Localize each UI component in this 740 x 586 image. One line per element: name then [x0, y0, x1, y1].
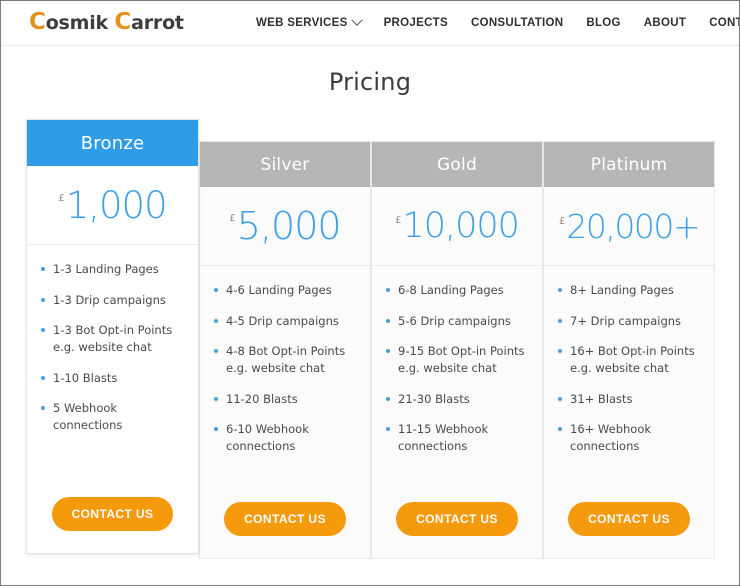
plan-price-box-silver: £5,000: [200, 187, 370, 266]
plan-name-gold: Gold: [437, 154, 477, 175]
logo-text-2: arrot: [131, 12, 184, 34]
list-item: 7+ Drip campaigns: [557, 313, 701, 330]
plan-price-box-bronze: £1,000: [27, 166, 198, 245]
pricing-page: Cosmik Carrot WEB SERVICES PROJECTS CONS…: [1, 1, 739, 585]
nav-item-blog[interactable]: BLOG: [586, 17, 620, 29]
plan-price-bronze: £1,000: [58, 183, 168, 227]
plan-features-platinum: 8+ Landing Pages 7+ Drip campaigns 16+ B…: [544, 266, 714, 502]
plan-features-silver: 4-6 Landing Pages 4-5 Drip campaigns 4-8…: [200, 266, 370, 502]
plan-header-platinum: Platinum: [544, 142, 714, 187]
list-item: 1-3 Bot Opt-in Points e.g. website chat: [40, 322, 185, 355]
plan-features-bronze: 1-3 Landing Pages 1-3 Drip campaigns 1-3…: [27, 245, 198, 497]
list-item: 1-3 Drip campaigns: [40, 292, 185, 309]
list-item: 4-8 Bot Opt-in Points e.g. website chat: [213, 343, 357, 376]
pricing-card-bronze[interactable]: Bronze £1,000 1-3 Landing Pages 1-3 Drip…: [26, 119, 199, 554]
plan-price-box-gold: £10,000: [372, 187, 542, 266]
contact-us-button-silver[interactable]: CONTACT US: [224, 502, 346, 536]
nav-item-web-services[interactable]: WEB SERVICES: [256, 14, 363, 29]
currency-symbol: £: [559, 215, 566, 227]
plan-header-bronze: Bronze: [27, 120, 198, 166]
plan-name-bronze: Bronze: [80, 132, 145, 154]
contact-us-button-bronze[interactable]: CONTACT US: [51, 497, 174, 531]
price-amount: 1,000: [65, 183, 168, 227]
list-item: 5 Webhook connections: [40, 400, 185, 433]
nav-item-projects[interactable]: PROJECTS: [384, 17, 448, 29]
list-item: 6-10 Webhook connections: [213, 421, 357, 454]
plan-name-platinum: Platinum: [590, 154, 668, 175]
list-item: 11-20 Blasts: [213, 391, 357, 408]
contact-us-button-platinum[interactable]: CONTACT US: [568, 502, 690, 536]
list-item: 21-30 Blasts: [385, 391, 529, 408]
site-logo[interactable]: Cosmik Carrot: [29, 9, 184, 35]
plan-price-box-platinum: £20,000+: [544, 187, 714, 266]
plan-name-silver: Silver: [260, 154, 310, 175]
plan-cta-wrap-platinum: CONTACT US: [544, 502, 714, 558]
currency-symbol: £: [58, 192, 65, 204]
price-amount: 20,000+: [566, 206, 700, 246]
list-item: 11-15 Webhook connections: [385, 421, 529, 454]
list-item: 4-6 Landing Pages: [213, 282, 357, 299]
chevron-down-icon: [350, 14, 363, 26]
list-item: 6-8 Landing Pages: [385, 282, 529, 299]
nav-item-consultation[interactable]: CONSULTATION: [471, 17, 563, 29]
price-amount: 10,000: [402, 205, 519, 246]
plan-price-gold: £10,000: [395, 205, 520, 246]
plan-price-silver: £5,000: [229, 204, 342, 248]
pricing-card-silver[interactable]: Silver £5,000 4-6 Landing Pages 4-5 Drip…: [199, 141, 371, 559]
nav-label-consultation: CONSULTATION: [470, 17, 564, 29]
pricing-card-platinum[interactable]: Platinum £20,000+ 8+ Landing Pages 7+ Dr…: [543, 141, 715, 559]
list-item: 31+ Blasts: [557, 391, 701, 408]
plan-cta-wrap-gold: CONTACT US: [372, 502, 542, 558]
list-item: 1-3 Landing Pages: [40, 261, 185, 278]
price-amount: 5,000: [236, 204, 342, 248]
nav-item-contact[interactable]: CONTACT: [709, 17, 739, 29]
nav-label-projects: PROJECTS: [383, 17, 448, 29]
logo-cap-2: C: [114, 9, 132, 35]
nav-item-about[interactable]: ABOUT: [644, 17, 686, 29]
plan-header-silver: Silver: [200, 142, 370, 187]
plan-price-platinum: £20,000+: [559, 206, 700, 246]
page-title: Pricing: [328, 68, 412, 96]
currency-symbol: £: [229, 213, 236, 224]
contact-us-button-gold[interactable]: CONTACT US: [396, 502, 518, 536]
plan-features-gold: 6-8 Landing Pages 5-6 Drip campaigns 9-1…: [372, 266, 542, 502]
nav-label-web-services: WEB SERVICES: [256, 17, 348, 29]
list-item: 8+ Landing Pages: [557, 282, 701, 299]
logo-cap-1: C: [29, 9, 46, 35]
nav-label-contact: CONTACT: [709, 17, 739, 29]
list-item: 9-15 Bot Opt-in Points e.g. website chat: [385, 343, 529, 376]
plan-header-gold: Gold: [372, 142, 542, 187]
currency-symbol: £: [395, 214, 402, 226]
list-item: 16+ Bot Opt-in Points e.g. website chat: [557, 343, 701, 376]
main-navigation: WEB SERVICES PROJECTS CONSULTATION BLOG …: [256, 1, 739, 45]
nav-label-blog: BLOG: [586, 17, 621, 29]
site-header: Cosmik Carrot WEB SERVICES PROJECTS CONS…: [1, 1, 739, 46]
pricing-card-gold[interactable]: Gold £10,000 6-8 Landing Pages 5-6 Drip …: [371, 141, 543, 559]
plan-cta-wrap-bronze: CONTACT US: [27, 497, 198, 553]
list-item: 1-10 Blasts: [40, 370, 185, 387]
list-item: 4-5 Drip campaigns: [213, 313, 357, 330]
list-item: 5-6 Drip campaigns: [385, 313, 529, 330]
list-item: 16+ Webhook connections: [557, 421, 701, 454]
nav-label-about: ABOUT: [643, 17, 687, 29]
plan-cta-wrap-silver: CONTACT US: [200, 502, 370, 558]
logo-text-1: osmik: [45, 12, 115, 34]
